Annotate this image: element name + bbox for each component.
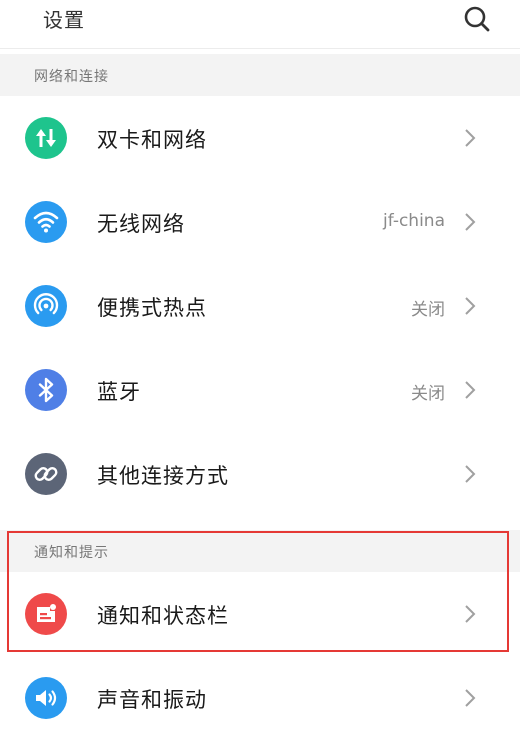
row-label-other-connections: 其他连接方式: [97, 464, 229, 488]
row-sound-vibration[interactable]: 声音和振动: [0, 656, 520, 740]
chevron-right-icon: [465, 381, 476, 399]
chevron-right-icon: [465, 605, 476, 623]
row-label-dual-sim: 双卡和网络: [97, 128, 207, 152]
notification-icon: [25, 593, 67, 635]
row-value-bluetooth: 关闭: [411, 384, 445, 404]
header: 设置: [0, 0, 520, 49]
link-icon: [25, 453, 67, 495]
wifi-icon: [25, 201, 67, 243]
section-network: 网络和连接: [0, 54, 520, 96]
page-title: 设置: [43, 8, 85, 32]
row-hotspot[interactable]: 便携式热点 关闭: [0, 264, 520, 348]
row-label-notifications-status-bar: 通知和状态栏: [97, 604, 229, 628]
hotspot-icon: [25, 285, 67, 327]
search-icon[interactable]: [462, 4, 492, 34]
row-value-hotspot: 关闭: [411, 300, 445, 320]
row-other-connections[interactable]: 其他连接方式: [0, 432, 520, 516]
row-bluetooth[interactable]: 蓝牙 关闭: [0, 348, 520, 432]
row-wifi[interactable]: 无线网络 jf-china: [0, 180, 520, 264]
row-label-wifi: 无线网络: [97, 212, 185, 236]
row-value-wifi: jf-china: [383, 211, 445, 231]
chevron-right-icon: [465, 689, 476, 707]
dual-sim-icon: [25, 117, 67, 159]
chevron-right-icon: [465, 297, 476, 315]
row-label-sound-vibration: 声音和振动: [97, 688, 207, 712]
chevron-right-icon: [465, 129, 476, 147]
bluetooth-icon: [25, 369, 67, 411]
row-dual-sim[interactable]: 双卡和网络: [0, 96, 520, 180]
section-label-network: 网络和连接: [34, 69, 109, 85]
section-notifications: 通知和提示: [0, 530, 520, 572]
chevron-right-icon: [465, 465, 476, 483]
section-label-notifications: 通知和提示: [34, 545, 109, 561]
row-label-bluetooth: 蓝牙: [97, 380, 141, 404]
chevron-right-icon: [465, 213, 476, 231]
sound-icon: [25, 677, 67, 719]
row-label-hotspot: 便携式热点: [97, 296, 207, 320]
row-notifications-status-bar[interactable]: 通知和状态栏: [0, 572, 520, 656]
